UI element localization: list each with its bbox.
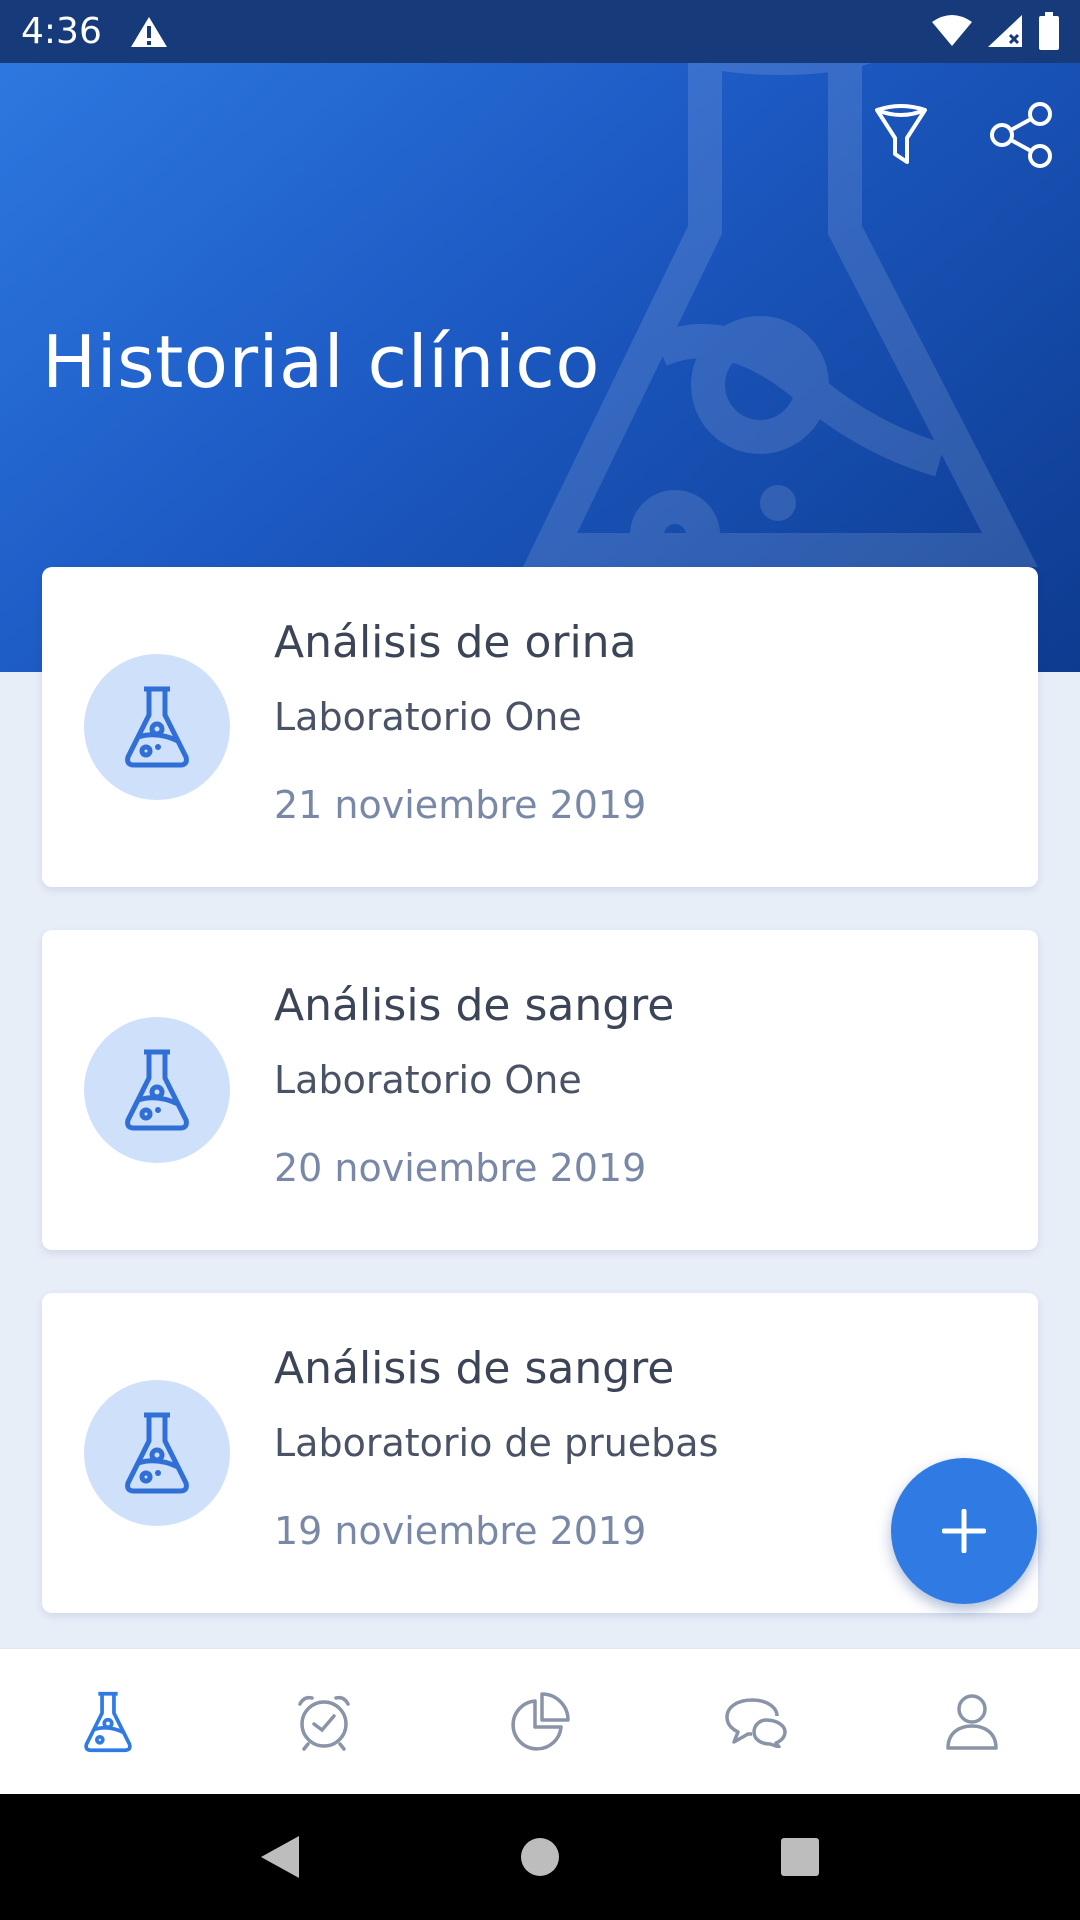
record-title: Análisis de sangre: [274, 1343, 675, 1394]
record-title: Análisis de orina: [274, 617, 637, 668]
signal-icon: [988, 15, 1022, 47]
profile-icon: [946, 1693, 998, 1750]
flask-icon: [125, 1412, 189, 1494]
share-button[interactable]: [986, 100, 1056, 170]
bottom-nav: [0, 1648, 1080, 1794]
home-button[interactable]: [495, 1812, 585, 1902]
funnel-icon: [875, 104, 927, 164]
nav-item-statistics[interactable]: [480, 1662, 600, 1782]
battery-icon: [1039, 12, 1059, 50]
nav-item-messages[interactable]: [696, 1662, 816, 1782]
home-circle-icon: [521, 1838, 559, 1876]
nav-item-history[interactable]: [48, 1662, 168, 1782]
flask-icon: [125, 686, 189, 768]
record-date: 21 noviembre 2019: [274, 783, 647, 827]
record-card[interactable]: Análisis de sangre Laboratorio One 20 no…: [42, 930, 1038, 1250]
add-record-button[interactable]: [891, 1458, 1037, 1604]
wifi-icon: [932, 15, 972, 46]
status-bar: 4:36: [0, 0, 1080, 63]
nav-item-profile[interactable]: [912, 1662, 1032, 1782]
record-list: Análisis de orina Laboratorio One 21 nov…: [42, 567, 1038, 1656]
back-button[interactable]: [235, 1812, 325, 1902]
record-lab: Laboratorio One: [274, 1058, 582, 1102]
record-date: 19 noviembre 2019: [274, 1509, 647, 1553]
alarm-clock-icon: [298, 1695, 350, 1751]
flask-icon: [125, 1049, 189, 1131]
recents-button[interactable]: [755, 1812, 845, 1902]
record-card[interactable]: Análisis de orina Laboratorio One 21 nov…: [42, 567, 1038, 887]
back-triangle-icon: [261, 1836, 299, 1878]
plus-icon: [942, 1509, 986, 1553]
record-lab: Laboratorio One: [274, 695, 582, 739]
status-time: 4:36: [21, 11, 102, 52]
nav-item-reminders[interactable]: [264, 1662, 384, 1782]
page-title: Historial clínico: [42, 320, 600, 404]
warning-icon: [130, 15, 168, 49]
record-avatar: [84, 1380, 230, 1526]
record-date: 20 noviembre 2019: [274, 1146, 647, 1190]
record-avatar: [84, 1017, 230, 1163]
record-title: Análisis de sangre: [274, 980, 675, 1031]
flask-icon: [84, 1691, 132, 1752]
filter-button[interactable]: [866, 100, 936, 170]
system-nav-bar: [0, 1794, 1080, 1920]
record-lab: Laboratorio de pruebas: [274, 1421, 719, 1465]
chat-icon: [725, 1697, 787, 1748]
recents-square-icon: [781, 1838, 819, 1876]
record-avatar: [84, 654, 230, 800]
record-card[interactable]: Análisis de sangre Laboratorio de prueba…: [42, 1293, 1038, 1613]
pie-chart-icon: [511, 1691, 570, 1751]
share-icon: [990, 102, 1052, 168]
